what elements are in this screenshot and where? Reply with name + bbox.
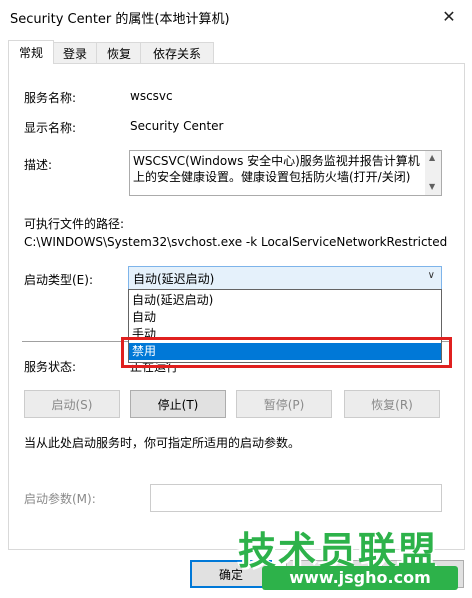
display-name-label: 显示名称: — [24, 121, 77, 135]
highlight-box — [121, 337, 452, 368]
exe-path-label: 可执行文件的路径: — [24, 217, 125, 231]
chevron-down-icon[interactable]: ∨ — [428, 270, 435, 281]
pause-button[interactable]: 暂停(P) — [236, 390, 332, 418]
startup-type-selected: 自动(延迟启动) — [133, 272, 215, 286]
close-icon[interactable]: ✕ — [426, 0, 472, 32]
description-box[interactable]: WSCSVC(Windows 安全中心)服务监视并报告计算机上的安全健康设置。健… — [129, 150, 442, 196]
watermark: 技术员联盟 www.jsgho.com — [238, 520, 468, 598]
exe-path-value: C:\WINDOWS\System32\svchost.exe -k Local… — [24, 235, 448, 249]
display-name-value: Security Center — [130, 119, 224, 133]
title-bar: Security Center 的属性(本地计算机) ✕ — [0, 0, 472, 32]
scroll-up-icon[interactable]: ▲ — [429, 153, 435, 162]
hint-text: 当从此处启动服务时，你可指定所适用的启动参数。 — [24, 436, 301, 450]
description-text: WSCSVC(Windows 安全中心)服务监视并报告计算机上的安全健康设置。健… — [133, 154, 420, 184]
service-status-label: 服务状态: — [24, 360, 77, 374]
window-title: Security Center 的属性(本地计算机) — [10, 12, 230, 27]
tab-general[interactable]: 常规 — [8, 40, 54, 64]
watermark-url: www.jsgho.com — [262, 566, 458, 590]
service-name-label: 服务名称: — [24, 91, 77, 105]
option-auto[interactable]: 自动 — [129, 309, 441, 326]
description-scrollbar[interactable]: ▲ ▼ — [425, 151, 441, 195]
service-name-value: wscsvc — [130, 89, 173, 103]
tab-dependencies[interactable]: 依存关系 — [140, 42, 214, 63]
resume-button[interactable]: 恢复(R) — [344, 390, 440, 418]
stop-button[interactable]: 停止(T) — [130, 390, 226, 418]
start-button[interactable]: 启动(S) — [24, 390, 120, 418]
tab-recovery[interactable]: 恢复 — [96, 42, 142, 63]
startup-type-select[interactable]: 自动(延迟启动) ∨ — [128, 266, 442, 290]
description-label: 描述: — [24, 158, 53, 172]
scroll-down-icon[interactable]: ▼ — [429, 182, 435, 191]
option-auto-delayed[interactable]: 自动(延迟启动) — [129, 292, 441, 309]
tab-logon[interactable]: 登录 — [52, 42, 98, 63]
start-params-input[interactable] — [150, 484, 442, 512]
startup-type-label: 启动类型(E): — [24, 273, 93, 287]
start-params-label: 启动参数(M): — [24, 492, 96, 506]
